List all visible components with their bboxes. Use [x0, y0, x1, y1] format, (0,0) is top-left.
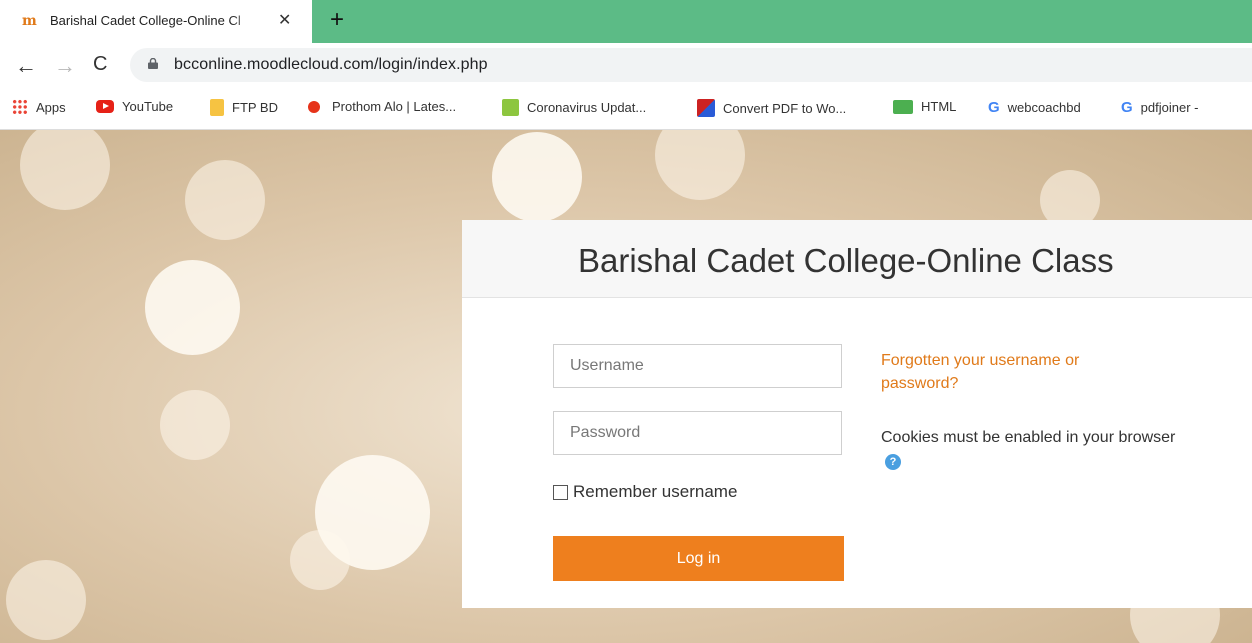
- bokeh-decoration: [145, 260, 240, 355]
- bookmarks-bar: Apps YouTube FTP BD Prothom Alo | Lates.…: [0, 87, 1252, 130]
- forgot-password-link[interactable]: Forgotten your username or password?: [881, 349, 1141, 395]
- bookmark-label: Prothom Alo | Lates...: [332, 99, 457, 114]
- bookmark-label: pdfjoiner -: [1140, 100, 1199, 115]
- bookmark-pdfjoiner[interactable]: G pdfjoiner -: [1121, 99, 1198, 116]
- prothom-alo-icon: [308, 100, 320, 113]
- back-arrow-icon[interactable]: ←: [15, 53, 37, 79]
- bookmark-convert-pdf[interactable]: Convert PDF to Wo...: [697, 99, 846, 117]
- google-icon: G: [1121, 99, 1133, 116]
- lock-icon: [148, 58, 158, 69]
- login-button[interactable]: Log in: [553, 536, 844, 581]
- tabstrip-background: [312, 0, 1252, 43]
- bookmark-webcoachbd[interactable]: G webcoachbd: [988, 99, 1081, 116]
- pdf-convert-icon: [697, 99, 715, 117]
- bokeh-decoration: [160, 390, 230, 460]
- tab-title: Barishal Cadet College-Online Cl: [50, 13, 270, 28]
- password-input[interactable]: [553, 411, 842, 455]
- help-icon[interactable]: ?: [885, 453, 901, 470]
- login-card-header: Barishal Cadet College-Online Class: [462, 220, 1252, 298]
- address-bar[interactable]: bcconline.moodlecloud.com/login/index.ph…: [130, 48, 1252, 82]
- bokeh-decoration: [290, 530, 350, 590]
- bookmark-label: webcoachbd: [1007, 100, 1081, 115]
- page-title: Barishal Cadet College-Online Class: [578, 242, 1114, 279]
- close-icon[interactable]: ✕: [278, 11, 291, 31]
- worldometer-icon: [502, 99, 519, 116]
- w3schools-icon: [893, 99, 913, 114]
- checkbox-icon[interactable]: [553, 484, 568, 500]
- bookmark-label: YouTube: [122, 99, 174, 114]
- bookmark-coronavirus[interactable]: Coronavirus Updat...: [502, 99, 646, 116]
- bokeh-decoration: [20, 130, 110, 210]
- page-background: Barishal Cadet College-Online Class Reme…: [0, 130, 1252, 643]
- folder-icon: [210, 99, 224, 116]
- bookmark-label: FTP BD: [232, 100, 278, 115]
- bookmark-apps[interactable]: Apps: [12, 99, 66, 115]
- bokeh-decoration: [492, 132, 582, 222]
- browser-tab[interactable]: m Barishal Cadet College-Online Cl ✕: [0, 0, 312, 43]
- bookmark-ftp-bd[interactable]: FTP BD: [210, 99, 278, 116]
- bookmark-label: Convert PDF to Wo...: [723, 100, 847, 116]
- browser-tabstrip: m Barishal Cadet College-Online Cl ✕ +: [0, 0, 1252, 43]
- bookmark-youtube[interactable]: YouTube: [96, 99, 173, 114]
- youtube-icon: [96, 100, 114, 113]
- bookmark-label: Coronavirus Updat...: [527, 100, 647, 115]
- apps-grid-icon: [12, 99, 28, 115]
- forward-arrow-icon[interactable]: →: [54, 53, 76, 79]
- address-row: ← → C bcconline.moodlecloud.com/login/in…: [0, 43, 1252, 87]
- bokeh-decoration: [655, 130, 745, 200]
- remember-username-checkbox[interactable]: Remember username: [553, 482, 737, 502]
- login-card: Barishal Cadet College-Online Class Reme…: [462, 220, 1252, 608]
- new-tab-button[interactable]: +: [330, 7, 344, 33]
- reload-icon[interactable]: C: [93, 53, 107, 76]
- bookmark-html[interactable]: HTML: [893, 99, 956, 114]
- google-icon: G: [988, 99, 1000, 116]
- bookmark-label: HTML: [921, 99, 957, 114]
- moodle-m-icon: m: [22, 13, 37, 29]
- bookmark-label: Apps: [36, 99, 66, 115]
- username-input[interactable]: [553, 344, 842, 388]
- bookmark-prothom-alo[interactable]: Prothom Alo | Lates...: [308, 99, 456, 114]
- cookies-text: Cookies must be enabled in your browser: [881, 429, 1176, 446]
- bokeh-decoration: [185, 160, 265, 240]
- url-text: bcconline.moodlecloud.com/login/index.ph…: [174, 56, 488, 73]
- cookies-notice: Cookies must be enabled in your browser …: [881, 426, 1181, 474]
- bokeh-decoration: [6, 560, 86, 640]
- remember-username-label: Remember username: [573, 482, 738, 501]
